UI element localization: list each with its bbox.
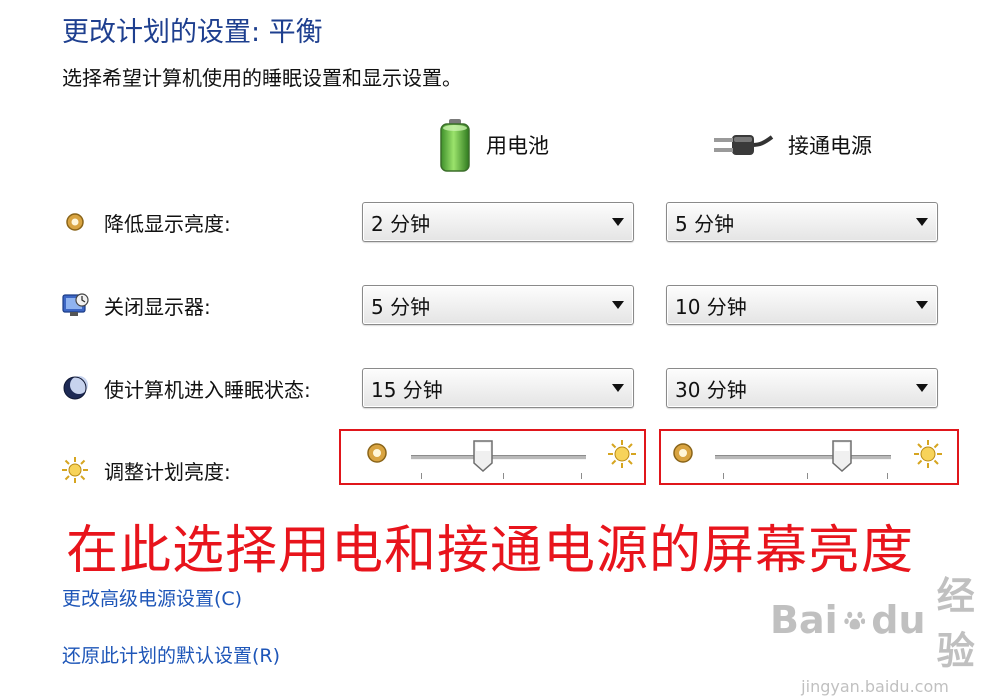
column-header-plugged: 接通电源 xyxy=(712,115,872,175)
column-label-battery: 用电池 xyxy=(486,134,549,158)
slider-tick xyxy=(581,473,582,479)
bright-sun-icon xyxy=(607,439,637,473)
dim-brightness-icon xyxy=(671,441,695,469)
watermark-brand-part: du xyxy=(871,598,926,642)
row-label-sleep: 使计算机进入睡眠状态: xyxy=(104,377,311,402)
dim-display-icon xyxy=(60,207,90,237)
sleep-plugged-dropdown[interactable]: 30 分钟 xyxy=(666,368,938,408)
chevron-down-icon xyxy=(603,301,633,309)
dim-display-battery-dropdown[interactable]: 2 分钟 xyxy=(362,202,634,242)
restore-defaults-link[interactable]: 还原此计划的默认设置(R) xyxy=(62,641,280,668)
slider-track xyxy=(411,455,586,460)
brightness-plugged-slider-highlight xyxy=(659,429,959,485)
watermark: Bai du 经验 jingyan.baidu.com xyxy=(770,565,980,696)
dim-brightness-icon xyxy=(365,441,389,469)
slider-tick xyxy=(807,473,808,479)
dim-display-plugged-dropdown[interactable]: 5 分钟 xyxy=(666,202,938,242)
row-label-dim-display: 降低显示亮度: xyxy=(104,211,231,236)
brightness-sun-icon xyxy=(60,455,90,485)
watermark-url: jingyan.baidu.com xyxy=(801,677,949,696)
row-label-monitor-off: 关闭显示器: xyxy=(104,294,211,319)
monitor-off-battery-dropdown[interactable]: 5 分钟 xyxy=(362,285,634,325)
row-brightness: 调整计划亮度: xyxy=(60,450,231,490)
watermark-brand-part: Bai xyxy=(770,598,838,642)
slider-tick xyxy=(887,473,888,479)
row-sleep: 使计算机进入睡眠状态: xyxy=(60,368,311,408)
slider-tick xyxy=(421,473,422,479)
paw-icon xyxy=(843,611,865,630)
row-label-brightness: 调整计划亮度: xyxy=(104,459,231,484)
dropdown-value: 10 分钟 xyxy=(675,294,747,319)
advanced-power-settings-link[interactable]: 更改高级电源设置(C) xyxy=(62,584,242,611)
row-dim-display: 降低显示亮度: xyxy=(60,202,231,242)
chevron-down-icon xyxy=(603,218,633,226)
chevron-down-icon xyxy=(907,218,937,226)
row-monitor-off: 关闭显示器: xyxy=(60,285,211,325)
battery-icon xyxy=(440,119,470,172)
brightness-battery-slider-highlight xyxy=(339,429,646,485)
slider-track xyxy=(715,455,891,460)
watermark-logo: Bai du 经验 xyxy=(770,565,980,675)
dropdown-value: 2 分钟 xyxy=(371,211,431,236)
monitor-off-plugged-dropdown[interactable]: 10 分钟 xyxy=(666,285,938,325)
chevron-down-icon xyxy=(907,301,937,309)
power-plug-icon xyxy=(714,135,774,155)
brightness-plugged-slider-thumb[interactable] xyxy=(831,439,853,473)
chevron-down-icon xyxy=(907,384,937,392)
page-subtitle: 选择希望计算机使用的睡眠设置和显示设置。 xyxy=(62,66,462,90)
dropdown-value: 5 分钟 xyxy=(371,294,431,319)
dropdown-value: 30 分钟 xyxy=(675,377,747,402)
watermark-brand-part: 经验 xyxy=(936,574,975,673)
page-title: 更改计划的设置: 平衡 xyxy=(62,17,323,48)
brightness-battery-slider-thumb[interactable] xyxy=(472,439,494,473)
bright-sun-icon xyxy=(913,439,943,473)
dropdown-value: 15 分钟 xyxy=(371,377,443,402)
dropdown-value: 5 分钟 xyxy=(675,211,735,236)
column-label-plugged: 接通电源 xyxy=(788,134,872,158)
monitor-off-icon xyxy=(60,290,90,320)
slider-tick xyxy=(723,473,724,479)
chevron-down-icon xyxy=(603,384,633,392)
slider-tick xyxy=(503,473,504,479)
sleep-battery-dropdown[interactable]: 15 分钟 xyxy=(362,368,634,408)
sleep-moon-icon xyxy=(60,373,90,403)
column-header-battery: 用电池 xyxy=(438,115,549,175)
